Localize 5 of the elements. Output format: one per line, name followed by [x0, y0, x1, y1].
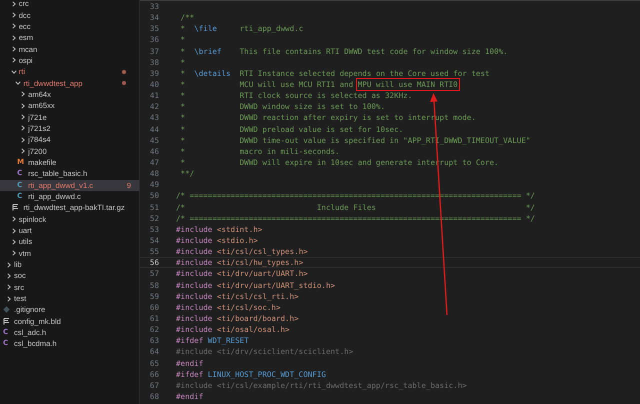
modified-dot-icon	[122, 81, 126, 86]
file-lines-icon	[3, 318, 10, 325]
diamond-icon	[3, 306, 10, 314]
modified-dot-icon	[122, 70, 126, 74]
file-lines-icon	[12, 204, 20, 212]
